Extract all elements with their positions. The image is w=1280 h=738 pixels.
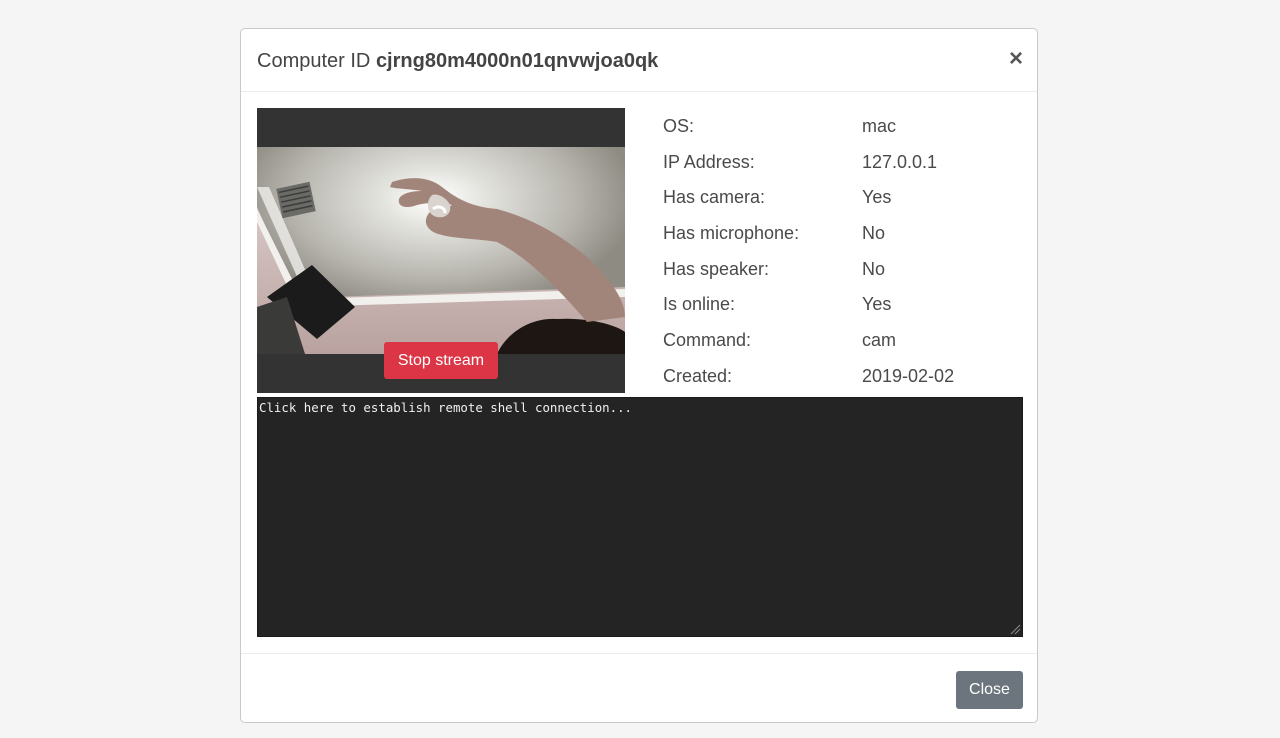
- info-label: Is online:: [663, 294, 736, 315]
- computer-info-list: OS: mac IP Address: 127.0.0.1 Has camera…: [663, 109, 1023, 395]
- modal-footer: Close: [241, 653, 1037, 722]
- info-row-is-online: Is online: Yes: [663, 287, 1023, 323]
- modal-title: Computer ID cjrng80m4000n01qnvwjoa0qk: [257, 49, 658, 73]
- computer-detail-modal: Computer ID cjrng80m4000n01qnvwjoa0qk ×: [240, 28, 1038, 723]
- info-label: Has camera:: [663, 187, 766, 208]
- camera-stream-video: [257, 147, 625, 354]
- modal-title-prefix: Computer ID: [257, 50, 371, 72]
- info-row-created: Created: 2019-02-02: [663, 359, 1023, 395]
- camera-stream-panel: Stop stream: [257, 108, 625, 393]
- info-value: mac: [862, 116, 897, 136]
- info-value: 127.0.0.1: [862, 151, 938, 172]
- info-value: cam: [862, 330, 897, 351]
- info-value: Yes: [862, 187, 892, 208]
- webcam-frame-image: [257, 147, 625, 354]
- info-value: No: [862, 223, 886, 244]
- info-row-os: OS: mac: [663, 109, 1023, 145]
- remote-shell-terminal[interactable]: Click here to establish remote shell con…: [257, 397, 1023, 637]
- info-row-has-speaker: Has speaker: No: [663, 252, 1023, 288]
- stop-stream-button[interactable]: Stop stream: [384, 342, 498, 379]
- terminal-prompt-text: Click here to establish remote shell con…: [259, 400, 632, 415]
- info-row-has-camera: Has camera: Yes: [663, 180, 1023, 216]
- info-row-ip-address: IP Address: 127.0.0.1: [663, 145, 1023, 181]
- info-label: OS:: [663, 116, 695, 136]
- info-value: Yes: [862, 294, 892, 315]
- info-value: 2019-02-02: [862, 365, 955, 386]
- info-label: IP Address:: [663, 151, 755, 172]
- info-value: No: [862, 258, 886, 279]
- modal-header: Computer ID cjrng80m4000n01qnvwjoa0qk ×: [241, 29, 1037, 92]
- info-label: Created:: [663, 365, 733, 386]
- info-row-has-microphone: Has microphone: No: [663, 216, 1023, 252]
- close-icon[interactable]: ×: [1005, 45, 1027, 73]
- info-row-command: Command: cam: [663, 323, 1023, 359]
- info-label: Has speaker:: [663, 258, 770, 279]
- computer-id: cjrng80m4000n01qnvwjoa0qk: [375, 50, 659, 72]
- info-label: Has microphone:: [663, 223, 800, 244]
- info-label: Command:: [663, 330, 752, 351]
- resize-handle-icon[interactable]: [1010, 624, 1021, 635]
- close-button[interactable]: Close: [956, 671, 1023, 709]
